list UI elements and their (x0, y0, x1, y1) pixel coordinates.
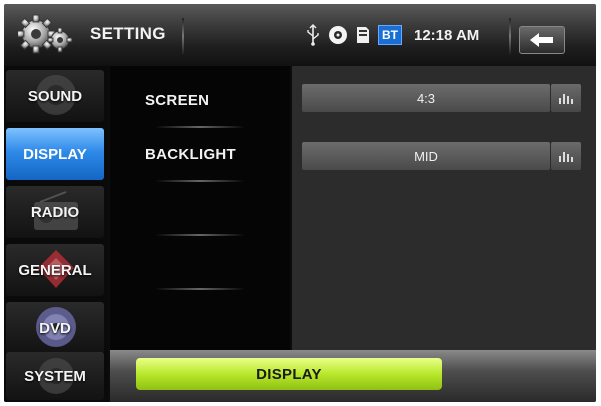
header-bar: SETTING BT 12:18 AM (4, 4, 596, 66)
backlight-value[interactable]: MID (302, 142, 550, 170)
back-button[interactable] (519, 26, 565, 54)
footer-bar: DISPLAY (110, 350, 596, 402)
nav-item-label: DVD (39, 319, 71, 337)
equalizer-icon (559, 94, 573, 104)
nav-item-label: GENERAL (18, 261, 92, 279)
equalizer-icon (559, 152, 573, 162)
screen-ratio-value[interactable]: 4:3 (302, 84, 550, 112)
nav-item-radio[interactable]: RADIO (6, 186, 104, 238)
nav-item-sound[interactable]: SOUND (6, 70, 104, 122)
setting-label: BACKLIGHT (145, 146, 237, 163)
nav-item-label: SYSTEM (24, 367, 86, 385)
setting-label: SCREEN (145, 92, 210, 109)
back-arrow-icon (530, 33, 553, 47)
disc-icon (328, 25, 348, 45)
usb-icon (306, 24, 320, 46)
setting-row-empty (110, 236, 290, 292)
row-divider (155, 288, 245, 290)
clock: 12:18 AM (414, 26, 480, 44)
nav-item-general[interactable]: GENERAL (6, 244, 104, 296)
nav-item-label: RADIO (30, 203, 80, 221)
head-unit-screen: SETTING BT 12:18 AM SOUND DISPLAY RADIO … (4, 4, 596, 402)
nav-item-system[interactable]: SYSTEM (6, 352, 104, 400)
bluetooth-badge: BT (378, 25, 402, 45)
settings-values-panel: 4:3 MID (292, 66, 596, 352)
setting-row-screen[interactable]: SCREEN (110, 74, 290, 130)
nav-item-label: DISPLAY (23, 145, 87, 163)
sd-card-icon (356, 26, 370, 44)
setting-row-backlight[interactable]: BACKLIGHT (110, 128, 290, 184)
status-bar: BT 12:18 AM (306, 18, 479, 52)
back-divider (509, 18, 511, 54)
settings-nav: SOUND DISPLAY RADIO GENERAL DVD SYSTEM (4, 66, 108, 402)
nav-item-label: SOUND (27, 87, 83, 105)
setting-row-empty (110, 182, 290, 238)
page-title: SETTING (90, 24, 166, 43)
settings-gears-icon (16, 14, 74, 56)
title-divider (182, 18, 184, 54)
current-section-button[interactable]: DISPLAY (136, 358, 442, 390)
nav-item-display[interactable]: DISPLAY (6, 128, 104, 180)
settings-labels: SCREEN BACKLIGHT (110, 66, 290, 352)
screen-ratio-adjust-button[interactable] (551, 84, 581, 112)
backlight-adjust-button[interactable] (551, 142, 581, 170)
nav-item-dvd[interactable]: DVD (6, 302, 104, 354)
